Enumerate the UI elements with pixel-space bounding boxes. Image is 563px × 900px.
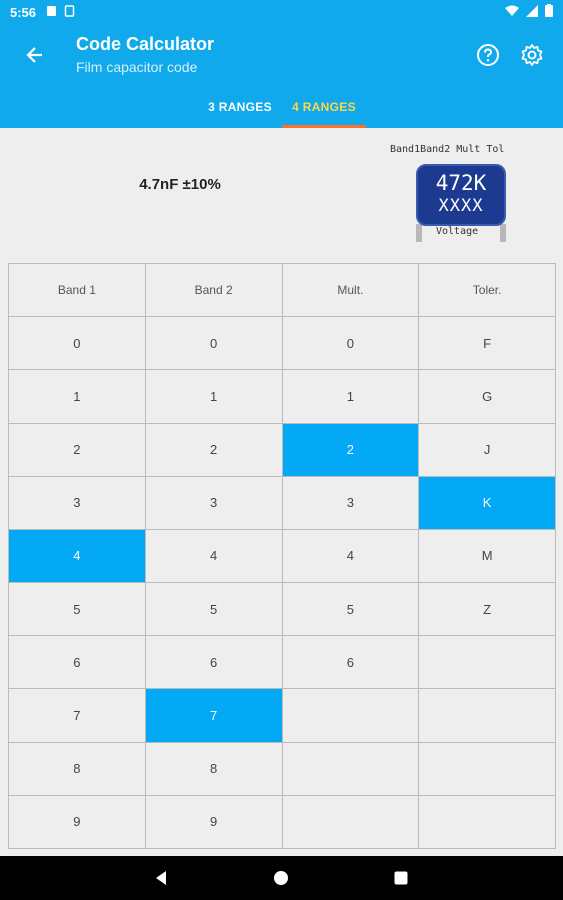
mult-option[interactable]: 4 (282, 529, 420, 584)
band2-option[interactable]: 0 (145, 317, 283, 371)
band1-option[interactable]: 8 (9, 742, 146, 796)
mult-option[interactable]: 0 (282, 317, 420, 371)
toler-option[interactable]: Z (419, 583, 556, 637)
band1-option[interactable]: 2 (9, 423, 146, 477)
app-bar: Code Calculator Film capacitor code (0, 24, 563, 86)
cap-label-mult: Mult (456, 144, 481, 155)
toler-option[interactable]: K (419, 476, 556, 530)
toler-option[interactable]: F (419, 317, 556, 371)
band1-option[interactable]: 4 (9, 529, 146, 584)
code-table: Band 1 Band 2 Mult. Toler. 0 0 0 F 1 1 1 G 2 2 2 J 3 3 3 K 4… (8, 263, 556, 849)
toler-option[interactable]: M (419, 529, 556, 584)
settings-gear-icon (521, 44, 543, 66)
band2-option[interactable]: 1 (145, 370, 283, 424)
tab-indicator (282, 125, 366, 128)
back-button[interactable] (20, 40, 50, 70)
band1-option[interactable]: 0 (9, 317, 146, 371)
cap-label-band2: Band2 (420, 144, 451, 155)
band2-option[interactable]: 8 (145, 742, 283, 796)
band1-option[interactable]: 9 (9, 795, 146, 849)
result-value: 4.7nF ±10% (139, 176, 221, 193)
mult-option[interactable]: 1 (282, 370, 420, 424)
mult-option[interactable]: 6 (282, 636, 420, 690)
nav-back-icon (156, 871, 166, 885)
tab-bar: 3 RANGES 4 RANGES (0, 86, 563, 128)
navigation-bar (0, 856, 563, 900)
tab-3-ranges[interactable]: 3 RANGES (200, 86, 280, 128)
band1-option[interactable]: 6 (9, 636, 146, 690)
nav-home-icon (274, 871, 288, 885)
band1-option[interactable]: 5 (9, 583, 146, 637)
capacitor-leg-right (500, 224, 506, 242)
header-band1: Band 1 (9, 264, 146, 318)
band2-option[interactable]: 6 (145, 636, 283, 690)
toler-option[interactable]: J (419, 423, 556, 477)
app-title: Code Calculator (76, 34, 215, 54)
cap-label-tol: Tol (486, 144, 505, 155)
empty-cell (282, 742, 420, 796)
status-time: 5:56 (10, 4, 37, 20)
signal-icon (526, 4, 538, 20)
mult-option[interactable]: 2 (282, 423, 420, 477)
band2-option[interactable]: 2 (145, 423, 283, 477)
band2-option[interactable]: 3 (145, 476, 283, 530)
capacitor-voltage-label: Voltage (434, 226, 481, 237)
empty-cell (419, 636, 556, 690)
cap-label-band1: Band1 (390, 144, 421, 155)
band2-option[interactable]: 7 (145, 689, 283, 743)
back-arrow-icon (26, 47, 42, 63)
capacitor-illustration: 472K XXXX (416, 164, 506, 226)
wifi-icon (505, 5, 519, 20)
header-toler: Toler. (419, 264, 556, 318)
nav-back-button[interactable] (152, 869, 170, 887)
empty-cell (282, 795, 420, 849)
empty-cell (282, 689, 420, 743)
header-mult: Mult. (282, 264, 420, 318)
toler-option[interactable]: G (419, 370, 556, 424)
mult-option[interactable]: 3 (282, 476, 420, 530)
nav-home-button[interactable] (272, 869, 290, 887)
capacitor-line2: XXXX (438, 196, 484, 216)
status-bar: 5:56 (0, 0, 563, 24)
app-subtitle: Film capacitor code (76, 59, 198, 75)
help-icon (477, 44, 499, 66)
band1-option[interactable]: 3 (9, 476, 146, 530)
band2-option[interactable]: 9 (145, 795, 283, 849)
notification-icon (46, 5, 57, 20)
empty-cell (419, 689, 556, 743)
mult-option[interactable]: 5 (282, 583, 420, 637)
band2-option[interactable]: 4 (145, 529, 283, 584)
capacitor-leg-left (416, 224, 422, 242)
capacitor-band-labels: Band1Band2 Mult Tol (390, 144, 504, 155)
nav-recents-icon (394, 871, 408, 885)
empty-cell (419, 795, 556, 849)
band1-option[interactable]: 7 (9, 689, 146, 743)
band1-option[interactable]: 1 (9, 370, 146, 424)
tab-4-ranges[interactable]: 4 RANGES (282, 86, 366, 128)
battery-icon (545, 4, 553, 20)
band2-option[interactable]: 5 (145, 583, 283, 637)
help-button[interactable] (473, 40, 503, 70)
nav-recents-button[interactable] (392, 869, 410, 887)
sim-icon (64, 4, 75, 20)
header-band2: Band 2 (145, 264, 283, 318)
settings-button[interactable] (517, 40, 547, 70)
empty-cell (419, 742, 556, 796)
capacitor-code: 472K (435, 171, 487, 195)
